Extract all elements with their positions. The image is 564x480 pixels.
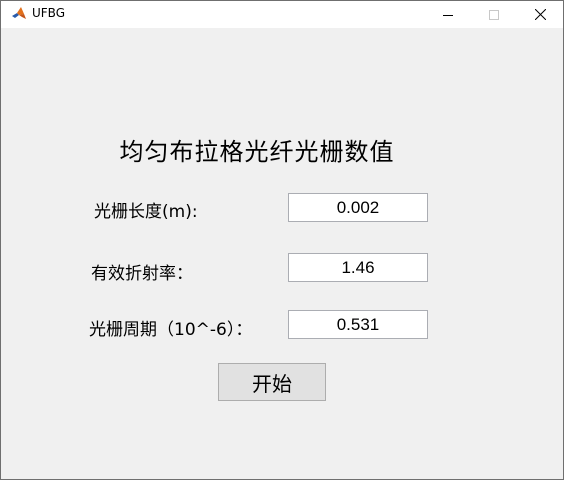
- minimize-icon: [443, 5, 453, 24]
- maximize-button[interactable]: [471, 1, 517, 28]
- effective-index-input[interactable]: [288, 253, 428, 282]
- title-bar[interactable]: UFBG: [1, 1, 563, 28]
- maximize-icon: [489, 5, 499, 24]
- effective-index-label: 有效折射率：: [91, 264, 193, 284]
- start-button[interactable]: 开始: [218, 363, 326, 401]
- minimize-button[interactable]: [425, 1, 471, 28]
- grating-period-label: 光栅周期（10^-6）：: [89, 320, 253, 340]
- matlab-icon: [11, 6, 27, 22]
- app-window: UFBG 均匀布拉格光纤光栅数值 光栅长度(m): 有效折射率： 光: [0, 0, 564, 480]
- close-button[interactable]: [517, 1, 563, 28]
- grating-length-label: 光栅长度(m):: [94, 202, 198, 222]
- grating-period-input[interactable]: [288, 310, 428, 339]
- page-title: 均匀布拉格光纤光栅数值: [119, 138, 395, 166]
- window-title: UFBG: [32, 6, 66, 20]
- form-panel: 均匀布拉格光纤光栅数值 光栅长度(m): 有效折射率： 光栅周期（10^-6）：…: [1, 28, 563, 479]
- grating-length-input[interactable]: [288, 193, 428, 222]
- close-icon: [534, 5, 546, 24]
